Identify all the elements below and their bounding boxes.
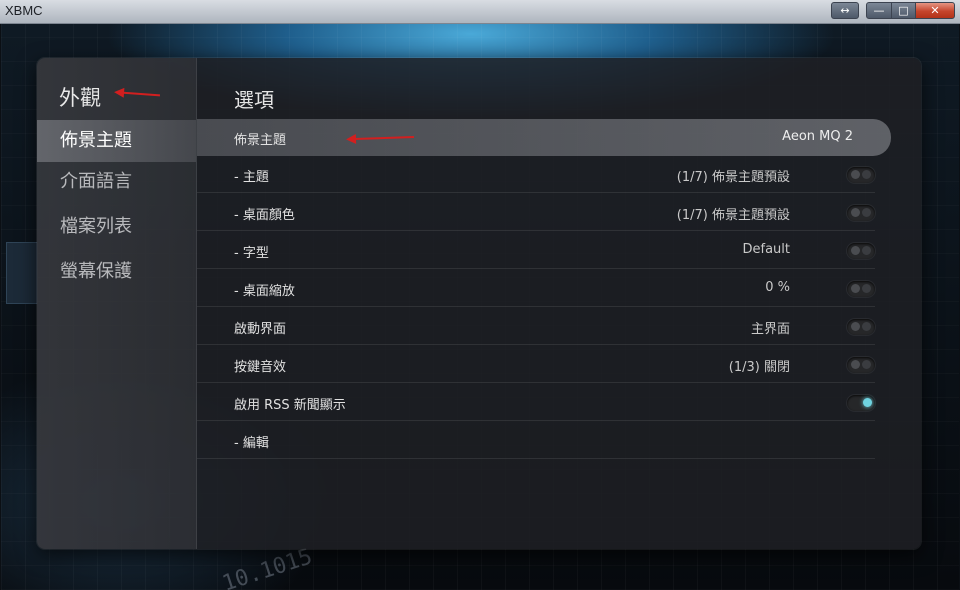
sidebar-item-screensaver[interactable]: 螢幕保護 [37, 251, 196, 293]
setting-label: 啟動界面 [234, 322, 287, 337]
setting-toggle[interactable] [847, 205, 875, 221]
setting-row-colors[interactable]: - 桌面顏色 (1/7) 佈景主題預設 [197, 194, 875, 231]
background-chip [6, 242, 38, 304]
setting-row-rss[interactable]: 啟用 RSS 新聞顯示 [197, 384, 875, 421]
sidebar-item-language[interactable]: 介面語言 [37, 161, 196, 203]
setting-label: - 桌面顏色 [234, 208, 295, 223]
setting-toggle[interactable] [847, 243, 875, 259]
minimize-button[interactable]: — [866, 2, 892, 19]
setting-row-edit[interactable]: - 編輯 [197, 422, 875, 459]
sidebar-item-file-lists[interactable]: 檔案列表 [37, 206, 196, 248]
setting-label: 啟用 RSS 新聞顯示 [234, 398, 346, 413]
options-title: 選項 [234, 88, 274, 112]
sidebar: 外觀 佈景主題 介面語言 檔案列表 螢幕保護 [37, 58, 197, 549]
setting-label: - 字型 [234, 246, 269, 261]
rss-toggle[interactable] [847, 395, 875, 411]
setting-value: (1/7) 佈景主題預設 [676, 170, 790, 185]
setting-row-skin[interactable]: 佈景主題 Aeon MQ 2 [197, 119, 891, 156]
sidebar-heading: 外觀 [59, 86, 101, 110]
resize-button[interactable]: ↔ [831, 2, 859, 19]
settings-panel: 外觀 佈景主題 介面語言 檔案列表 螢幕保護 選項 佈景主題 Aeon MQ 2… [37, 58, 921, 549]
setting-value: 主界面 [750, 322, 790, 337]
setting-toggle[interactable] [847, 357, 875, 373]
maximize-button[interactable]: □ [891, 2, 916, 19]
setting-row-navigation-sounds[interactable]: 按鍵音效 (1/3) 關閉 [197, 346, 875, 383]
options-content: 選項 佈景主題 Aeon MQ 2 - 主題 (1/7) 佈景主題預設 - 桌面… [197, 58, 921, 549]
setting-label: - 編輯 [234, 436, 269, 451]
setting-label: 按鍵音效 [234, 360, 287, 375]
setting-value: (1/7) 佈景主題預設 [676, 208, 790, 223]
window-title: XBMC [5, 3, 43, 18]
setting-toggle[interactable] [847, 319, 875, 335]
setting-row-font[interactable]: - 字型 Default [197, 232, 875, 269]
setting-value: 0 % [765, 280, 790, 295]
setting-value: Aeon MQ 2 [782, 129, 853, 144]
setting-label: - 桌面縮放 [234, 284, 295, 299]
setting-row-startup-window[interactable]: 啟動界面 主界面 [197, 308, 875, 345]
setting-row-zoom[interactable]: - 桌面縮放 0 % [197, 270, 875, 307]
sidebar-item-skin[interactable]: 佈景主題 [37, 120, 196, 162]
setting-value: (1/3) 關閉 [728, 360, 790, 375]
setting-toggle[interactable] [847, 281, 875, 297]
setting-toggle[interactable] [847, 167, 875, 183]
setting-value: Default [742, 242, 791, 257]
close-button[interactable]: ✕ [915, 2, 955, 19]
setting-label: 佈景主題 [234, 133, 287, 148]
setting-row-theme[interactable]: - 主題 (1/7) 佈景主題預設 [197, 156, 875, 193]
window-titlebar: XBMC ↔ — □ ✕ [0, 0, 960, 24]
setting-label: - 主題 [234, 170, 269, 185]
